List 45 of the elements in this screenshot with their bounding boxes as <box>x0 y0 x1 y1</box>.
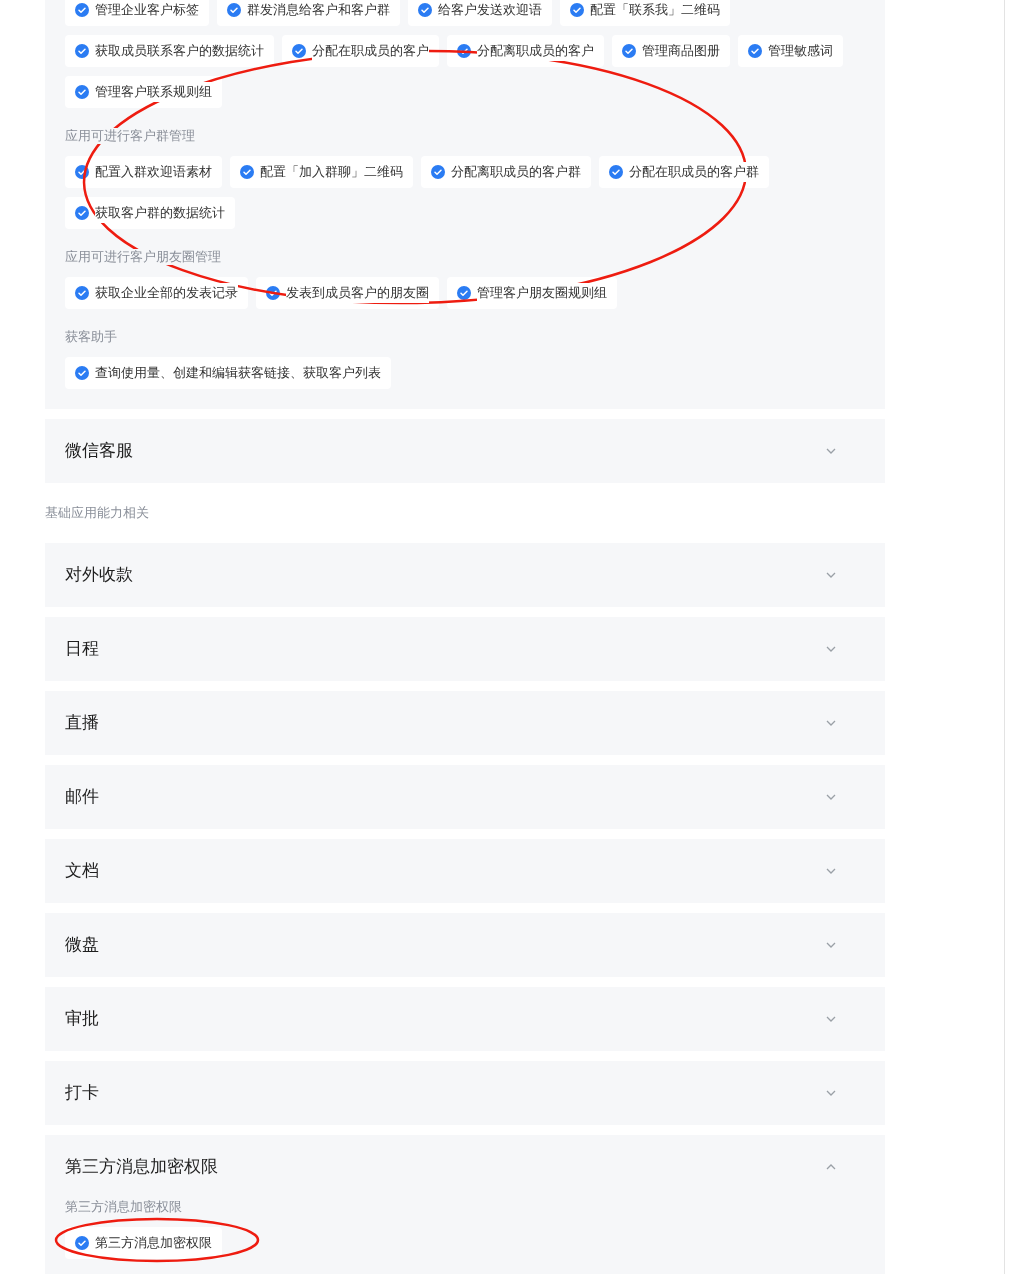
permission-tag: 管理客户联系规则组 <box>65 76 222 108</box>
permission-tag: 获取成员联系客户的数据统计 <box>65 35 274 67</box>
chevron-down-icon[interactable] <box>825 1089 837 1097</box>
permission-tag: 分配离职成员的客户 <box>447 35 604 67</box>
group-label: 获客助手 <box>65 329 117 345</box>
permission-tag: 获取企业全部的发表记录 <box>65 277 248 309</box>
permission-tag: 管理商品图册 <box>612 35 730 67</box>
permission-tag: 分配在职成员的客户 <box>282 35 439 67</box>
chevron-up-icon[interactable] <box>825 1163 837 1171</box>
chevron-down-icon[interactable] <box>825 645 837 653</box>
chevron-down-icon[interactable] <box>825 447 837 455</box>
panel-title: 邮件 <box>65 786 99 809</box>
panel-title: 审批 <box>65 1008 99 1031</box>
permission-tag: 管理敏感词 <box>738 35 843 67</box>
chevron-down-icon[interactable] <box>825 571 837 579</box>
panel-title: 微盘 <box>65 934 99 957</box>
permission-tag: 分配离职成员的客户群 <box>421 156 591 188</box>
permission-tag: 发表到成员客户的朋友圈 <box>256 277 439 309</box>
chevron-down-icon[interactable] <box>825 793 837 801</box>
chevron-down-icon[interactable] <box>825 867 837 875</box>
panel-title: 对外收款 <box>65 564 133 587</box>
panel-title: 打卡 <box>65 1082 99 1105</box>
section-heading: 基础应用能力相关 <box>45 504 150 523</box>
permission-tag: 查询使用量、创建和编辑获客链接、获取客户列表 <box>65 357 391 389</box>
permission-tag: 管理企业客户标签 <box>65 0 209 26</box>
panel-title: 日程 <box>65 638 99 661</box>
panel-title: 直播 <box>65 712 99 735</box>
chevron-down-icon[interactable] <box>825 941 837 949</box>
permission-tag: 给客户发送欢迎语 <box>408 0 552 26</box>
permission-tag: 分配在职成员的客户群 <box>599 156 769 188</box>
group-label: 应用可进行客户朋友圈管理 <box>65 249 221 265</box>
permission-tag: 配置「联系我」二维码 <box>560 0 730 26</box>
group-label: 第三方消息加密权限 <box>65 1199 182 1215</box>
group-label: 应用可进行客户群管理 <box>65 128 195 144</box>
permission-tag: 第三方消息加密权限 <box>65 1227 222 1259</box>
permission-tag: 群发消息给客户和客户群 <box>217 0 400 26</box>
permission-tag: 配置入群欢迎语素材 <box>65 156 222 188</box>
chevron-down-icon[interactable] <box>825 1015 837 1023</box>
panel-title: 第三方消息加密权限 <box>65 1156 218 1179</box>
panel-title: 文档 <box>65 860 99 883</box>
permission-tag: 获取客户群的数据统计 <box>65 197 235 229</box>
permission-tag: 配置「加入群聊」二维码 <box>230 156 413 188</box>
chevron-down-icon[interactable] <box>825 719 837 727</box>
permission-tag: 管理客户朋友圈规则组 <box>447 277 617 309</box>
panel-title: 微信客服 <box>65 440 133 463</box>
